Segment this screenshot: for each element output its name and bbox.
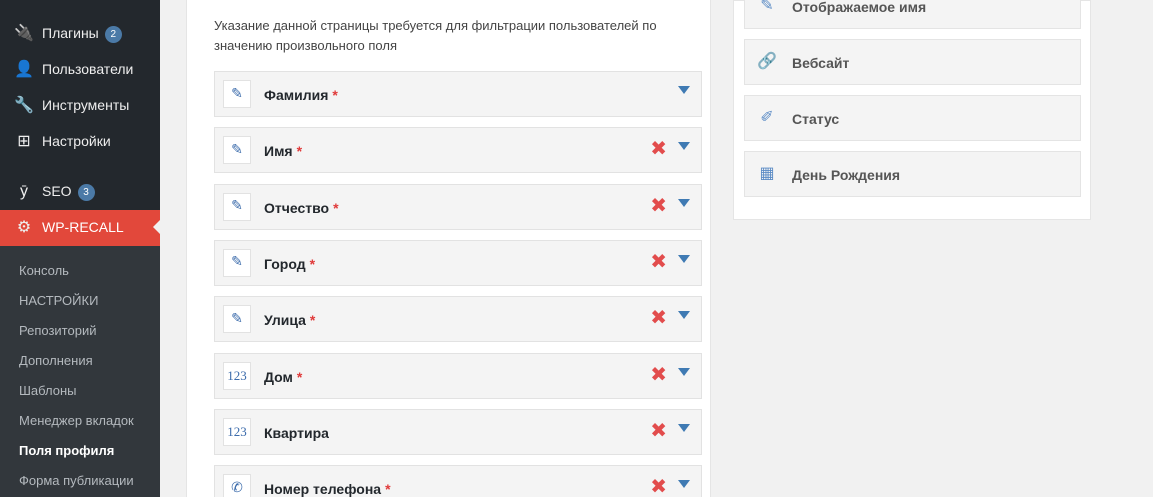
link-icon: 🔗	[757, 53, 777, 70]
active-fields-panel: Указание данной страницы требуется для ф…	[186, 0, 711, 497]
pencil-icon: ✎	[760, 0, 774, 14]
expand-arrow-icon[interactable]	[678, 311, 690, 320]
field-label: Имя *	[264, 143, 302, 159]
update-badge: 2	[104, 26, 122, 43]
field-row[interactable]: 123 Дом * ✖	[214, 352, 702, 399]
field-label: Отчество *	[264, 200, 339, 216]
field-row[interactable]: ✎ Имя * ✖	[214, 127, 702, 174]
wp-recall-submenu: Консоль НАСТРОЙКИ Репозиторий Дополнения…	[0, 246, 160, 497]
submenu-item-console[interactable]: Консоль	[19, 263, 69, 278]
menu-label: SEO	[42, 183, 72, 199]
field-label: Квартира	[264, 425, 329, 441]
phone-icon: ✆	[223, 474, 251, 497]
menu-label: Настройки	[42, 133, 111, 149]
submenu-item-addons[interactable]: Дополнения	[19, 353, 93, 368]
field-row[interactable]: 123 Квартира ✖	[214, 408, 702, 455]
submenu-item-tab-manager[interactable]: Менеджер вкладок	[19, 413, 134, 428]
plugins-icon: 🔌	[14, 25, 34, 42]
field-name: Имя	[264, 143, 293, 160]
expand-arrow-icon[interactable]	[678, 254, 690, 263]
field-name: Отчество	[264, 199, 330, 216]
required-marker: *	[309, 312, 316, 329]
menu-item-tools[interactable]: 🔧 Инструменты	[0, 88, 160, 124]
menu-label: Пользователи	[42, 61, 134, 77]
field-row[interactable]: ✎ Отчество * ✖	[214, 183, 702, 230]
delete-field-icon[interactable]: ✖	[650, 252, 667, 272]
field-label: Дом *	[264, 369, 302, 385]
pencil-icon: ✎	[223, 305, 251, 334]
required-marker: *	[309, 255, 316, 272]
menu-label: Плагины	[42, 25, 99, 41]
available-field-label: Вебсайт	[792, 55, 850, 71]
field-row[interactable]: ✎ Фамилия *	[214, 71, 702, 117]
expand-arrow-icon[interactable]	[678, 198, 690, 207]
submenu-item-profile-fields[interactable]: Поля профиля	[19, 443, 114, 458]
available-field-row[interactable]: 🔗 Вебсайт	[744, 39, 1081, 85]
menu-item-seo[interactable]: ȳ SEO 3	[0, 174, 160, 210]
menu-item-wp-recall[interactable]: ⚙ WP-RECALL	[0, 210, 161, 246]
submenu-item-settings[interactable]: НАСТРОЙКИ	[19, 293, 98, 308]
calendar-icon: ▦	[759, 165, 775, 182]
available-field-row[interactable]: ▦ День Рождения	[744, 151, 1081, 197]
update-badge: 3	[77, 184, 95, 201]
field-label: Номер телефона *	[264, 481, 391, 497]
note-icon: ✐	[760, 109, 774, 126]
field-row[interactable]: ✎ Улица * ✖	[214, 296, 702, 343]
field-row[interactable]: ✆ Номер телефона * ✖	[214, 465, 702, 497]
required-marker: *	[333, 199, 339, 216]
expand-arrow-icon[interactable]	[678, 480, 690, 489]
menu-item-users[interactable]: 👤 Пользователи	[0, 52, 160, 88]
pencil-icon: ✎	[223, 248, 251, 277]
field-row[interactable]: ✎ Город * ✖	[214, 239, 702, 286]
expand-arrow-icon[interactable]	[678, 367, 690, 376]
field-name: Улица	[264, 312, 306, 329]
menu-label: Инструменты	[42, 97, 130, 113]
menu-item-plugins[interactable]: 🔌 Плагины 2	[0, 16, 160, 52]
available-field-label: Отображаемое имя	[792, 0, 927, 15]
available-field-label: Статус	[792, 111, 840, 127]
pencil-icon: ✎	[223, 192, 251, 221]
available-fields-panel: ✎ Отображаемое имя 🔗 Вебсайт ✐ Статус ▦ День Ро…	[733, 0, 1091, 220]
delete-field-icon[interactable]: ✖	[650, 365, 667, 385]
required-marker: *	[385, 481, 391, 497]
available-field-label: День Рождения	[792, 167, 901, 183]
expand-arrow-icon[interactable]	[678, 86, 690, 94]
settings-icon: ⊞	[17, 133, 31, 150]
required-marker: *	[332, 87, 338, 103]
menu-item-settings[interactable]: ⊞ Настройки	[0, 124, 160, 160]
pencil-icon: ✎	[223, 136, 251, 165]
delete-field-icon[interactable]: ✖	[650, 421, 667, 441]
field-name: Фамилия	[264, 87, 329, 103]
number-icon: 123	[223, 361, 251, 390]
required-marker: *	[296, 368, 303, 385]
expand-arrow-icon[interactable]	[678, 423, 690, 432]
field-name: Квартира	[264, 424, 329, 441]
number-icon: 123	[223, 417, 251, 446]
available-field-row[interactable]: ✐ Статус	[744, 95, 1081, 141]
expand-arrow-icon[interactable]	[678, 142, 690, 151]
yoast-icon: ȳ	[20, 183, 28, 200]
required-marker: *	[296, 143, 303, 160]
tools-icon: 🔧	[14, 97, 34, 114]
admin-sidebar: 🔌 Плагины 2 👤 Пользователи 🔧 Инструменты …	[0, 0, 161, 497]
field-name: Дом	[264, 368, 293, 385]
delete-field-icon[interactable]: ✖	[650, 477, 667, 497]
submenu-item-templates[interactable]: Шаблоны	[19, 383, 77, 398]
delete-field-icon[interactable]: ✖	[650, 196, 667, 216]
filter-note: Указание данной страницы требуется для ф…	[214, 18, 657, 53]
field-label: Улица *	[264, 312, 315, 328]
field-label: Город *	[264, 256, 315, 272]
menu-label: WP-RECALL	[42, 219, 124, 235]
users-icon: 👤	[14, 61, 34, 78]
submenu-item-publication-form[interactable]: Форма публикации	[19, 473, 134, 488]
submenu-item-repository[interactable]: Репозиторий	[19, 323, 96, 338]
field-label: Фамилия *	[264, 87, 338, 103]
field-name: Город	[264, 255, 306, 272]
available-field-row[interactable]: ✎ Отображаемое имя	[744, 0, 1081, 29]
pencil-icon: ✎	[223, 80, 251, 108]
delete-field-icon[interactable]: ✖	[650, 308, 667, 328]
field-name: Номер телефона	[264, 481, 382, 497]
delete-field-icon[interactable]: ✖	[650, 139, 667, 159]
gear-icon: ⚙	[16, 219, 32, 236]
